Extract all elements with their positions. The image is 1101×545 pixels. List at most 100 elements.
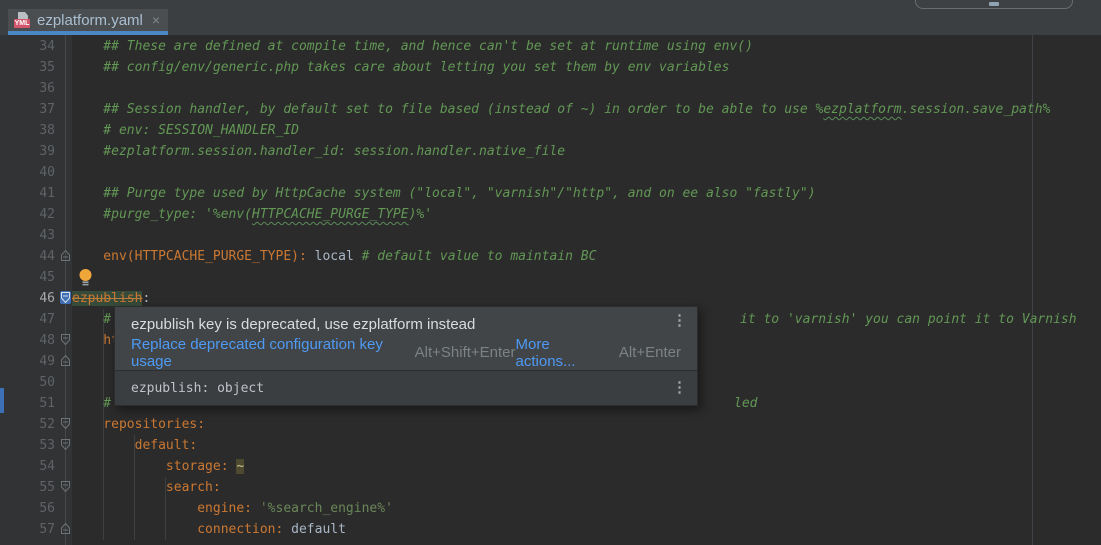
code-segment: storage: — [72, 459, 229, 474]
code-segment: )%' — [409, 207, 432, 222]
line-number: 49 — [39, 351, 55, 372]
kebab-menu-icon[interactable]: ⋮ — [672, 314, 687, 328]
code-line[interactable]: env(HTTPCACHE_PURGE_TYPE): local # defau… — [72, 246, 1101, 267]
fold-start-icon[interactable] — [60, 438, 71, 451]
editor-area[interactable]: 3435363738394041424344454647484950515253… — [0, 35, 1101, 545]
intention-bulb-icon[interactable] — [78, 268, 93, 287]
line-number: 46 — [39, 288, 55, 309]
code-line[interactable]: default: — [72, 435, 1101, 456]
code-segment: .session.save_path% — [902, 102, 1051, 117]
line-number: 50 — [39, 372, 55, 393]
code-segment: ezplatform — [823, 102, 901, 117]
line-number: 52 — [39, 414, 55, 435]
fold-start-icon[interactable] — [60, 480, 71, 493]
code-segment: ezpublish — [72, 291, 142, 306]
code-segment: local — [307, 249, 362, 264]
code-segment: ~ — [236, 459, 244, 474]
code-segment: ## Purge type used by HttpCache system (… — [72, 186, 816, 201]
editor-tab-bar: YML ezplatform.yaml × — [0, 0, 1101, 35]
intention-popup-main: ezpublish key is deprecated, use ezplatf… — [115, 307, 697, 370]
line-number: 54 — [39, 456, 55, 477]
line-number: 37 — [39, 99, 55, 120]
tab-close-icon[interactable]: × — [152, 12, 160, 28]
yml-badge: YML — [14, 19, 30, 28]
line-number: 39 — [39, 141, 55, 162]
code-segment: repositories: — [72, 417, 205, 432]
line-number: 40 — [39, 162, 55, 183]
code-segment: ## config/env/generic.php takes care abo… — [72, 60, 729, 75]
fold-start-icon[interactable] — [60, 291, 71, 304]
code-segment: ht — [72, 333, 119, 348]
ide-window: YML ezplatform.yaml × 343536373839404142… — [0, 0, 1101, 545]
code-segment: led — [734, 393, 757, 414]
line-number: 48 — [39, 330, 55, 351]
code-line[interactable] — [72, 78, 1101, 99]
line-number: 47 — [39, 309, 55, 330]
code-line[interactable]: connection: default — [72, 519, 1101, 540]
intention-popup: ezpublish key is deprecated, use ezplatf… — [114, 306, 698, 406]
code-segment: search: — [72, 480, 221, 495]
fold-start-icon[interactable] — [60, 333, 71, 346]
code-line[interactable] — [72, 225, 1101, 246]
code-line[interactable]: ## These are defined at compile time, an… — [72, 36, 1101, 57]
code-segment: '%search_engine%' — [260, 501, 393, 516]
fold-end-icon[interactable] — [60, 354, 71, 367]
code-segment: default — [291, 522, 346, 537]
more-actions-link[interactable]: More actions... — [516, 336, 605, 370]
code-segment: #ezplatform.session.handler_id: session.… — [72, 144, 565, 159]
code-segment: ## These are defined at compile time, an… — [72, 39, 753, 54]
left-edge-selection-marker — [0, 388, 4, 413]
code-line[interactable]: engine: '%search_engine%' — [72, 498, 1101, 519]
code-segment: engine: — [72, 501, 252, 516]
fold-start-icon[interactable] — [60, 417, 71, 430]
code-line[interactable]: storage: ~ — [72, 456, 1101, 477]
fold-end-icon[interactable] — [60, 249, 71, 262]
code-segment: # env: SESSION_HANDLER_ID — [72, 123, 299, 138]
code-segment: ## Session handler, by default set to fi… — [72, 102, 823, 117]
editor-gutter: 3435363738394041424344454647484950515253… — [0, 35, 72, 545]
code-line[interactable]: search: — [72, 477, 1101, 498]
line-number: 53 — [39, 435, 55, 456]
tab-title: ezplatform.yaml — [37, 12, 143, 29]
code-segment: env(HTTPCACHE_PURGE_TYPE): — [72, 249, 307, 264]
code-line[interactable]: #purge_type: '%env(HTTPCACHE_PURGE_TYPE)… — [72, 204, 1101, 225]
intention-secondary-entry[interactable]: ezpublish: object — [131, 381, 264, 396]
code-line[interactable] — [72, 162, 1101, 183]
line-number: 43 — [39, 225, 55, 246]
line-number: 36 — [39, 78, 55, 99]
line-number: 44 — [39, 246, 55, 267]
deprecation-message: ezpublish key is deprecated, use ezplatf… — [131, 314, 475, 336]
floating-toolbar-fragment[interactable] — [915, 0, 1073, 9]
replace-action-shortcut: Alt+Shift+Enter — [415, 344, 516, 361]
line-number: 57 — [39, 519, 55, 540]
intention-popup-secondary: ezpublish: object ⋮ — [115, 370, 697, 405]
code-line[interactable] — [72, 267, 1101, 288]
code-segment: : — [142, 291, 150, 306]
code-area[interactable]: ## These are defined at compile time, an… — [72, 35, 1101, 545]
code-segment: # — [72, 396, 111, 411]
replace-action-link[interactable]: Replace deprecated configuration key usa… — [131, 336, 401, 370]
code-segment — [252, 501, 260, 516]
code-line[interactable]: ## Purge type used by HttpCache system (… — [72, 183, 1101, 204]
fold-end-icon[interactable] — [60, 522, 71, 535]
line-number: 41 — [39, 183, 55, 204]
line-number: 34 — [39, 36, 55, 57]
code-segment: # default value to maintain BC — [362, 249, 597, 264]
line-number: 45 — [39, 267, 55, 288]
code-line[interactable]: ## Session handler, by default set to fi… — [72, 99, 1101, 120]
code-segment: # — [72, 312, 111, 327]
code-line[interactable]: ## config/env/generic.php takes care abo… — [72, 57, 1101, 78]
code-line[interactable]: # env: SESSION_HANDLER_ID — [72, 120, 1101, 141]
kebab-menu-icon[interactable]: ⋮ — [672, 381, 687, 395]
code-segment: HTTPCACHE_PURGE_TYPE — [252, 207, 409, 222]
toolbar-icon — [989, 2, 999, 6]
line-number: 56 — [39, 498, 55, 519]
code-segment: connection: — [72, 522, 283, 537]
line-number: 42 — [39, 204, 55, 225]
code-segment: default: — [72, 438, 197, 453]
line-number: 38 — [39, 120, 55, 141]
code-line[interactable]: #ezplatform.session.handler_id: session.… — [72, 141, 1101, 162]
code-line[interactable]: repositories: — [72, 414, 1101, 435]
tab-ezplatform-yaml[interactable]: YML ezplatform.yaml × — [8, 9, 168, 35]
code-segment: it to 'varnish' you can point it to Varn… — [740, 309, 1077, 330]
